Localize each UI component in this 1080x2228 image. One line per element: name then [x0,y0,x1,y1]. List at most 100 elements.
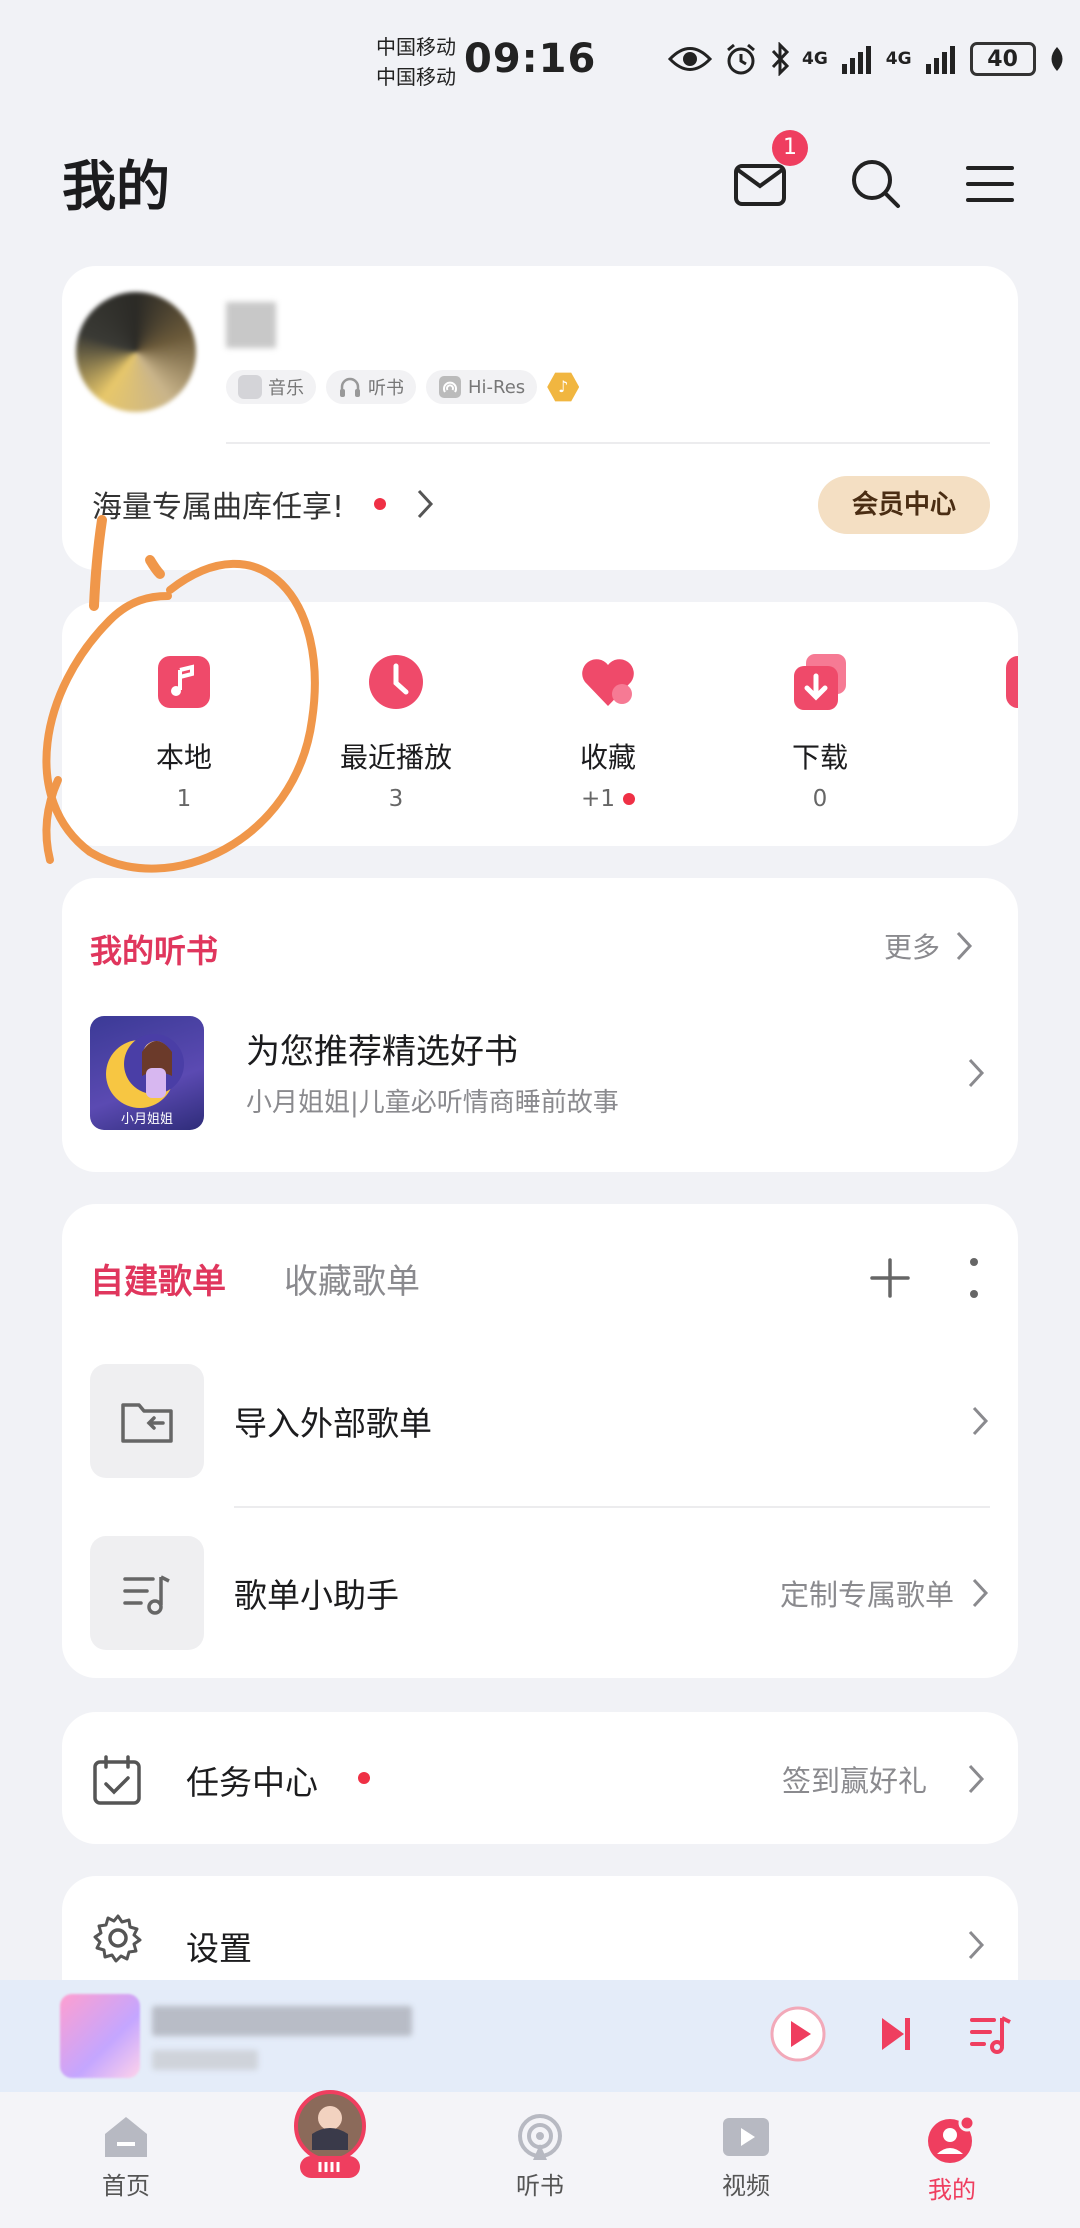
chip-hires-label: Hi-Res [468,376,526,398]
eye-icon [668,47,712,71]
playlist-assistant-row[interactable]: 歌单小助手 定制专属歌单 [90,1536,990,1650]
gear-icon [93,1914,142,1963]
tab-audiobook-label: 听书 [516,2172,564,2200]
quick-recent-count: 3 [316,786,476,812]
chevron-right-icon [956,931,973,961]
headphones-icon [340,377,360,397]
profile-card[interactable]: 音乐 听书 Hi-Res ♪ 海量专属曲库任享! 会员中心 [62,266,1018,570]
now-playing-artist-blurred [152,2050,258,2070]
quick-favorites-count: +1 [528,786,688,812]
carrier-1: 中国移动 [376,35,456,59]
clock-icon [369,655,423,709]
page-title: 我的 [62,155,170,218]
menu-button[interactable] [958,152,1022,216]
bluetooth-icon [771,42,790,76]
signal-2-icon [925,46,955,74]
avatar[interactable] [76,292,196,412]
favorites-dot [622,793,635,805]
chip-audiobook-label: 听书 [368,378,404,399]
tab-player-disc[interactable] [260,2088,400,2186]
folder-import-icon [121,1403,173,1443]
book-rec-subtitle: 小月姐姐|儿童必听情商睡前故事 [246,1088,619,1118]
status-icons: 4G 4G 40 [668,42,1066,76]
home-icon [105,2117,147,2157]
chip-music-label: 音乐 [268,378,304,399]
chevron-right-icon[interactable] [966,1056,986,1090]
assistant-tile [90,1536,204,1650]
vip-promo-text: 海量专属曲库任享! [92,490,345,525]
search-button[interactable] [844,152,908,216]
bottom-tab-bar: 首页 听书 视频 我的 [0,2090,1080,2228]
import-playlist-row[interactable]: 导入外部歌单 [90,1364,990,1478]
chevron-right-icon [972,1406,989,1436]
heart-icon [582,659,634,706]
task-center-row[interactable]: 任务中心 签到赢好礼 [62,1712,1018,1844]
import-folder-tile [90,1364,204,1478]
play-button[interactable] [768,2004,828,2064]
tab-video-label: 视频 [722,2172,770,2200]
quick-download-count-value: 0 [812,786,828,812]
mail-badge: 1 [772,130,808,166]
tab-audiobook[interactable]: 听书 [470,2114,610,2201]
chevron-right-icon [968,1930,985,1960]
promo-dot [374,498,387,510]
local-music-icon [158,656,210,708]
carrier-2: 中国移动 [376,65,456,89]
quick-download[interactable]: 下载 0 [740,652,900,812]
playlist-queue-icon[interactable] [968,2012,1012,2056]
tab-home-label: 首页 [102,2172,150,2200]
quick-playlist-partial[interactable]: 歌 [952,652,1018,776]
vip-center-button[interactable]: 会员中心 [818,476,990,534]
chip-hires[interactable]: Hi-Res [426,370,538,404]
quick-local[interactable]: 本地 1 [104,652,264,812]
add-playlist-icon[interactable] [868,1256,912,1300]
chip-audiobook[interactable]: 听书 [326,370,416,404]
quick-local-count-value: 1 [176,786,192,812]
chevron-right-icon [968,1764,985,1794]
quick-favorites-label: 收藏 [579,741,636,774]
chip-music[interactable]: 音乐 [226,370,316,404]
quick-download-count: 0 [740,786,900,812]
username-blurred [226,302,276,348]
quick-recent-count-value: 3 [388,786,404,812]
quick-local-label: 本地 [155,741,212,774]
quick-playlist-label: 歌 [952,736,1019,776]
search-icon [852,160,900,208]
video-icon [723,2118,769,2156]
tab-collected-playlists[interactable]: 收藏歌单 [284,1254,420,1303]
download-icon [794,654,846,710]
quick-recent-label: 最近播放 [339,741,452,774]
signal-label-2: 4G [885,49,912,69]
battery-indicator: 40 [969,42,1036,76]
quick-local-count: 1 [104,786,264,812]
now-playing-disc-icon [294,2090,366,2178]
playlists-card: 自建歌单 收藏歌单 导入外部歌单 歌单小助手 定制专属歌单 [62,1204,1018,1678]
signal-1-icon [841,46,871,74]
now-playing-cover[interactable] [60,1994,140,2078]
audiobook-more-link[interactable]: 更多 [884,926,974,966]
next-track-icon[interactable] [876,2012,916,2056]
vip-promo-row[interactable]: 海量专属曲库任享! [92,482,434,526]
audiobook-title: 我的听书 [90,932,219,970]
tab-my-playlists[interactable]: 自建歌单 [90,1254,226,1303]
alarm-icon [727,43,755,75]
music-membership-icon [238,375,262,399]
book-cover-text: 小月姐姐 [120,1112,173,1127]
quick-recent[interactable]: 最近播放 3 [316,652,476,812]
level-hex-icon[interactable]: ♪ [547,372,580,402]
tab-home[interactable]: 首页 [56,2114,196,2201]
more-vertical-icon[interactable] [966,1256,982,1300]
task-dot [358,1772,370,1784]
task-hint: 签到赢好礼 [782,1764,928,1798]
tab-video[interactable]: 视频 [676,2114,816,2201]
mini-player[interactable] [0,1980,1080,2092]
book-rec-title[interactable]: 为您推荐精选好书 [246,1024,518,1073]
tab-mine[interactable]: 我的 [882,2114,1022,2205]
quick-favorites[interactable]: 收藏 +1 [528,652,688,812]
import-playlist-label: 导入外部歌单 [234,1404,432,1443]
book-cover[interactable]: 小月姐姐 [90,1016,204,1130]
quick-download-label: 下载 [791,741,848,774]
hamburger-icon [966,166,1014,202]
hires-icon [439,376,461,398]
membership-chips: 音乐 听书 Hi-Res ♪ [226,370,580,404]
